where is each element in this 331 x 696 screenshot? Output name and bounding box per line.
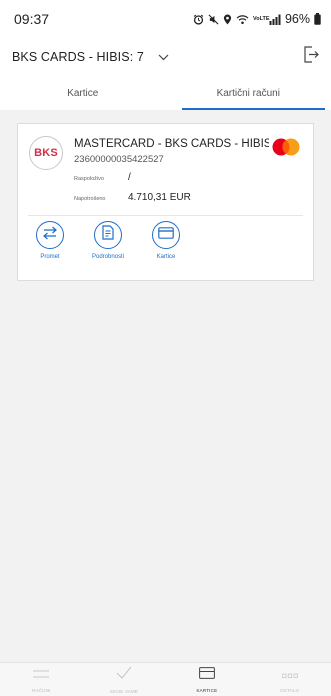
volte-icon: VoLTE (252, 16, 270, 22)
bks-logo-text: BKS (34, 147, 58, 159)
available-label: Raspoloživo (74, 176, 104, 182)
nav-item-moje-vame[interactable]: MOJE VAME (83, 663, 166, 696)
check-icon (116, 666, 132, 685)
podrobnosti-button[interactable]: Podrobnosti (80, 221, 136, 260)
top-bar: BKS CARDS - HIBIS: 7 (0, 38, 331, 76)
card-name: MASTERCARD - BKS CARDS - HIBIS: ... (74, 138, 269, 150)
status-bar: 09:37 VoLTE 96% (0, 0, 331, 38)
nav-label: MOJE VAME (110, 688, 139, 694)
signal-icon (269, 14, 281, 25)
nav-label: KARTICE (196, 688, 218, 693)
battery-percent: 96% (284, 12, 310, 26)
card-number: 23600000035422527 (74, 154, 164, 165)
nav-label: OSTALO (280, 688, 300, 693)
action-circle (94, 221, 122, 249)
tab-label: Kartični računi (216, 87, 280, 99)
spent-value: 4.710,31 EUR (128, 192, 191, 203)
action-label: Podrobnosti (91, 254, 125, 260)
mute-icon (208, 14, 219, 25)
divider (28, 215, 303, 216)
dots-icon (281, 666, 298, 684)
card-account-panel[interactable]: BKS MASTERCARD - BKS CARDS - HIBIS: ... … (17, 123, 314, 281)
account-title: BKS CARDS - HIBIS: 7 (12, 50, 144, 64)
alarm-icon (193, 14, 204, 25)
chevron-down-icon (158, 48, 169, 66)
promet-button[interactable]: Promet (22, 221, 78, 260)
tab-bar: Kartice Kartični računi (0, 76, 331, 110)
action-label: Promet (40, 254, 60, 260)
document-icon (102, 225, 114, 245)
account-selector[interactable]: BKS CARDS - HIBIS: 7 (12, 48, 169, 66)
transfer-arrows-icon (42, 226, 58, 245)
bottom-nav: RAČUNI MOJE VAME KARTICE OSTALO (0, 662, 331, 696)
status-time: 09:37 (14, 11, 50, 27)
nav-item-ostalo[interactable]: OSTALO (248, 663, 331, 696)
location-icon (223, 14, 232, 25)
kartice-button[interactable]: Kartice (138, 221, 194, 260)
action-circle (152, 221, 180, 249)
battery-icon (314, 13, 321, 25)
nav-item-kartice[interactable]: KARTICE (166, 663, 249, 696)
logout-button[interactable] (301, 46, 321, 68)
action-label: Kartice (156, 254, 176, 260)
tab-kartični-računi[interactable]: Kartični računi (166, 76, 331, 110)
card-icon (198, 666, 215, 684)
mastercard-logo-icon (271, 138, 301, 156)
available-value: / (128, 172, 131, 183)
card-icon (158, 226, 174, 244)
spent-label: Napotrošeno (74, 196, 106, 202)
logout-icon (303, 46, 319, 68)
bks-logo: BKS (29, 136, 63, 170)
tab-label: Kartice (67, 87, 99, 99)
status-icons: VoLTE 96% (193, 12, 321, 26)
tab-kartice[interactable]: Kartice (0, 76, 166, 110)
action-circle (36, 221, 64, 249)
nav-label: RAČUNI (32, 688, 51, 693)
accounts-icon (33, 666, 50, 684)
nav-item-racuni[interactable]: RAČUNI (0, 663, 83, 696)
wifi-icon (236, 14, 249, 25)
